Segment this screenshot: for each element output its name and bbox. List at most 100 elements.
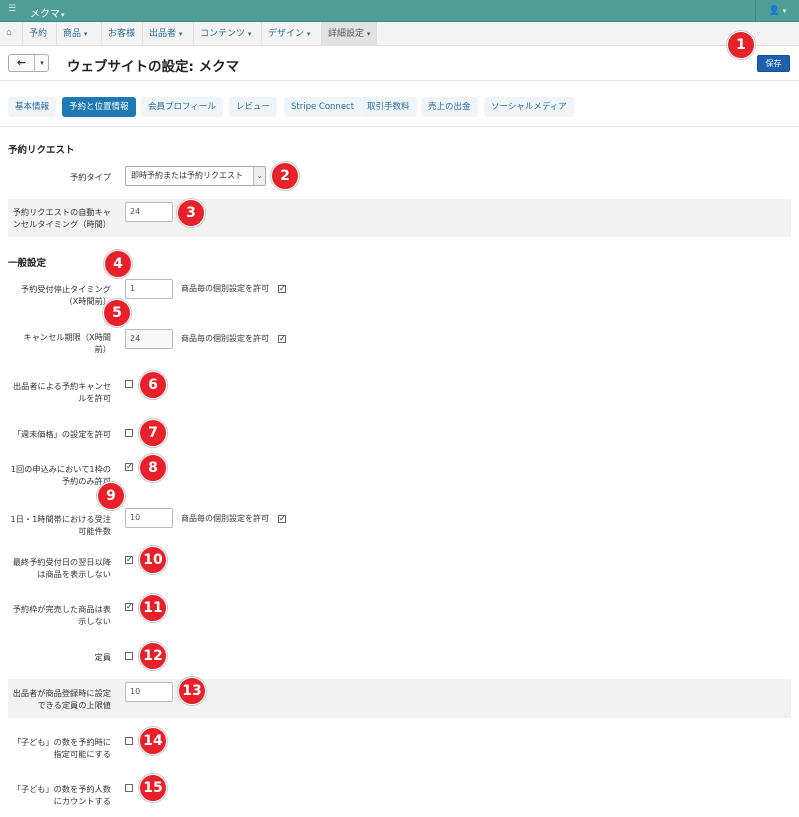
chevron-down-icon: ▾ <box>178 30 183 38</box>
label-line: 予約リクエストの自動キャ <box>12 207 111 217</box>
label-line: 出品者による予約キャンセ <box>12 381 111 391</box>
callout-badge: 7 <box>139 419 167 447</box>
nav-item-design[interactable]: デザイン ▾ <box>261 22 316 46</box>
arrow-left-icon: ← <box>16 56 27 69</box>
seller-cancel-checkbox[interactable] <box>125 380 133 388</box>
brand-dropdown[interactable]: メクマ▾ <box>30 5 65 20</box>
chevron-down-icon: ▾ <box>782 7 787 15</box>
check-icon: ✓ <box>279 514 286 523</box>
brand-label: メクマ <box>30 9 60 20</box>
nav-label: 詳細設定 <box>328 29 365 39</box>
one-slot-label: 1回の申込みにおいて1枠の 予約のみ許可 <box>11 463 111 487</box>
child-spec-label: 「子ども」の数を予約時に 指定可能にする <box>13 736 111 760</box>
stop-per-product-checkbox[interactable]: ✓ <box>278 284 286 293</box>
callout-badge: 3 <box>177 199 205 227</box>
hide-after-label: 最終予約受付日の翌日以降 は商品を表示しない <box>13 556 111 580</box>
nav-item-customers[interactable]: お客様 <box>101 22 141 46</box>
nav-label: お客様 <box>108 29 136 39</box>
page-header: ← ▾ ウェブサイトの設定: メクマ <box>0 47 799 81</box>
nav-label: 商品 <box>63 29 82 39</box>
hide-after-checkbox[interactable]: ✓ <box>125 555 133 564</box>
nav-item-products[interactable]: 商品 ▾ <box>56 22 93 46</box>
one-slot-checkbox[interactable]: ✓ <box>125 462 133 471</box>
tab-social-media[interactable]: ソーシャルメディア <box>484 97 574 117</box>
capacity-label: 定員 <box>94 652 111 662</box>
chevron-down-icon: ▾ <box>40 59 44 67</box>
cancel-deadline-input[interactable]: 24 <box>125 329 173 349</box>
capacity-limit-label: 出品者が商品登録時に設定 できる定員の上限値 <box>13 687 111 711</box>
per-product-label: 商品毎の個別設定を許可 <box>181 514 269 523</box>
tab-member-profile[interactable]: 会員プロフィール <box>141 97 223 117</box>
callout-badge: 10 <box>139 546 167 574</box>
nav-item-contents[interactable]: コンテンツ ▾ <box>193 22 257 46</box>
label-line: は商品を表示しない <box>37 569 111 579</box>
tab-payout[interactable]: 売上の出金 <box>421 97 478 117</box>
weekend-price-checkbox[interactable] <box>125 429 133 437</box>
tab-stripe-connect[interactable]: Stripe Connect <box>284 97 362 117</box>
settings-tabs: 基本情報 予約と位置情報 会員プロフィール レビュー Stripe Connec… <box>0 97 799 127</box>
nav-item-reservations[interactable]: 予約 <box>22 22 53 46</box>
label-line: 示しない <box>78 616 111 626</box>
hide-full-label: 予約枠が完売した商品は表 示しない <box>13 603 111 627</box>
stop-timing-input[interactable]: 1 <box>125 279 173 299</box>
cancel-deadline-label: キャンセル期限（X時間 前） <box>24 331 111 355</box>
child-count-checkbox[interactable] <box>125 784 133 792</box>
label-line: ルを許可 <box>78 393 111 403</box>
child-count-label: 「子ども」の数を予約人数 にカウントする <box>13 783 111 807</box>
tab-fees[interactable]: 取引手数料 <box>360 97 417 117</box>
label-line: ンセルタイミング（時間） <box>12 219 111 229</box>
callout-badge: 5 <box>103 299 131 327</box>
callout-badge: 14 <box>139 727 167 755</box>
nav-item-sellers[interactable]: 出品者 ▾ <box>142 22 188 46</box>
chevron-down-icon: ▾ <box>83 30 88 38</box>
reservation-type-value: 即時予約または予約リクエスト <box>131 171 243 180</box>
stop-timing-label: 予約受付停止タイミング （X時間前） <box>21 283 111 307</box>
callout-badge: 1 <box>727 31 755 59</box>
hourly-capacity-input[interactable]: 10 <box>125 508 173 528</box>
label-line: できる定員の上限値 <box>37 700 111 710</box>
section-title-general: 一般設定 <box>8 258 47 269</box>
child-spec-checkbox[interactable] <box>125 737 133 745</box>
callout-badge: 8 <box>139 454 167 482</box>
list-icon[interactable]: ☰ <box>8 4 16 14</box>
reservation-type-select[interactable]: 即時予約または予約リクエスト ⌄ <box>125 166 266 186</box>
hourly-per-product-checkbox[interactable]: ✓ <box>278 514 286 523</box>
nav-item-advanced-settings[interactable]: 詳細設定 ▾ <box>321 22 378 46</box>
tab-reviews[interactable]: レビュー <box>229 97 278 117</box>
capacity-checkbox[interactable] <box>125 652 133 660</box>
hide-full-checkbox[interactable]: ✓ <box>125 602 133 611</box>
label-line: 出品者が商品登録時に設定 <box>12 688 111 698</box>
back-button[interactable]: ← <box>9 55 35 71</box>
seller-cancel-label: 出品者による予約キャンセ ルを許可 <box>13 380 111 404</box>
tab-basic-info[interactable]: 基本情報 <box>8 97 57 117</box>
auto-cancel-input[interactable]: 24 <box>125 202 173 222</box>
label-line: 1日・1時間帯における受注 <box>10 514 111 524</box>
tab-reservation-location[interactable]: 予約と位置情報 <box>62 97 136 117</box>
label-line: 予約枠が完売した商品は表 <box>12 604 111 614</box>
label-line: 可能件数 <box>78 526 111 536</box>
chevron-down-icon: ▾ <box>247 30 252 38</box>
back-dropdown-button[interactable]: ▾ <box>35 55 49 71</box>
chevron-down-icon: ▾ <box>306 30 311 38</box>
callout-badge: 15 <box>139 774 167 802</box>
nav-label: 予約 <box>29 29 48 39</box>
home-icon[interactable]: ⌂ <box>6 28 12 38</box>
check-icon: ✓ <box>126 555 133 564</box>
label-line: にカウントする <box>53 796 111 806</box>
label-line: 「子ども」の数を予約人数 <box>12 784 111 794</box>
top-bar: ☰ メクマ▾ 👤 ▾ <box>0 0 799 22</box>
cancel-per-product-checkbox[interactable]: ✓ <box>278 334 286 343</box>
nav-label: 出品者 <box>149 29 177 39</box>
hourly-capacity-label: 1日・1時間帯における受注 可能件数 <box>11 513 111 537</box>
weekend-price-label: 「週末価格」の設定を許可 <box>12 429 111 439</box>
callout-badge: 9 <box>97 482 125 510</box>
label-line: 指定可能にする <box>53 749 111 759</box>
label-line: 最終予約受付日の翌日以降 <box>12 557 111 567</box>
save-button[interactable]: 保存 <box>757 55 790 72</box>
capacity-limit-input[interactable]: 10 <box>125 682 173 702</box>
user-menu[interactable]: 👤 ▾ <box>755 0 799 22</box>
chevron-down-icon: ▾ <box>366 30 371 38</box>
auto-cancel-label: 予約リクエストの自動キャ ンセルタイミング（時間） <box>13 206 111 230</box>
check-icon: ✓ <box>126 602 133 611</box>
label-line: 予約受付停止タイミング <box>20 284 111 294</box>
